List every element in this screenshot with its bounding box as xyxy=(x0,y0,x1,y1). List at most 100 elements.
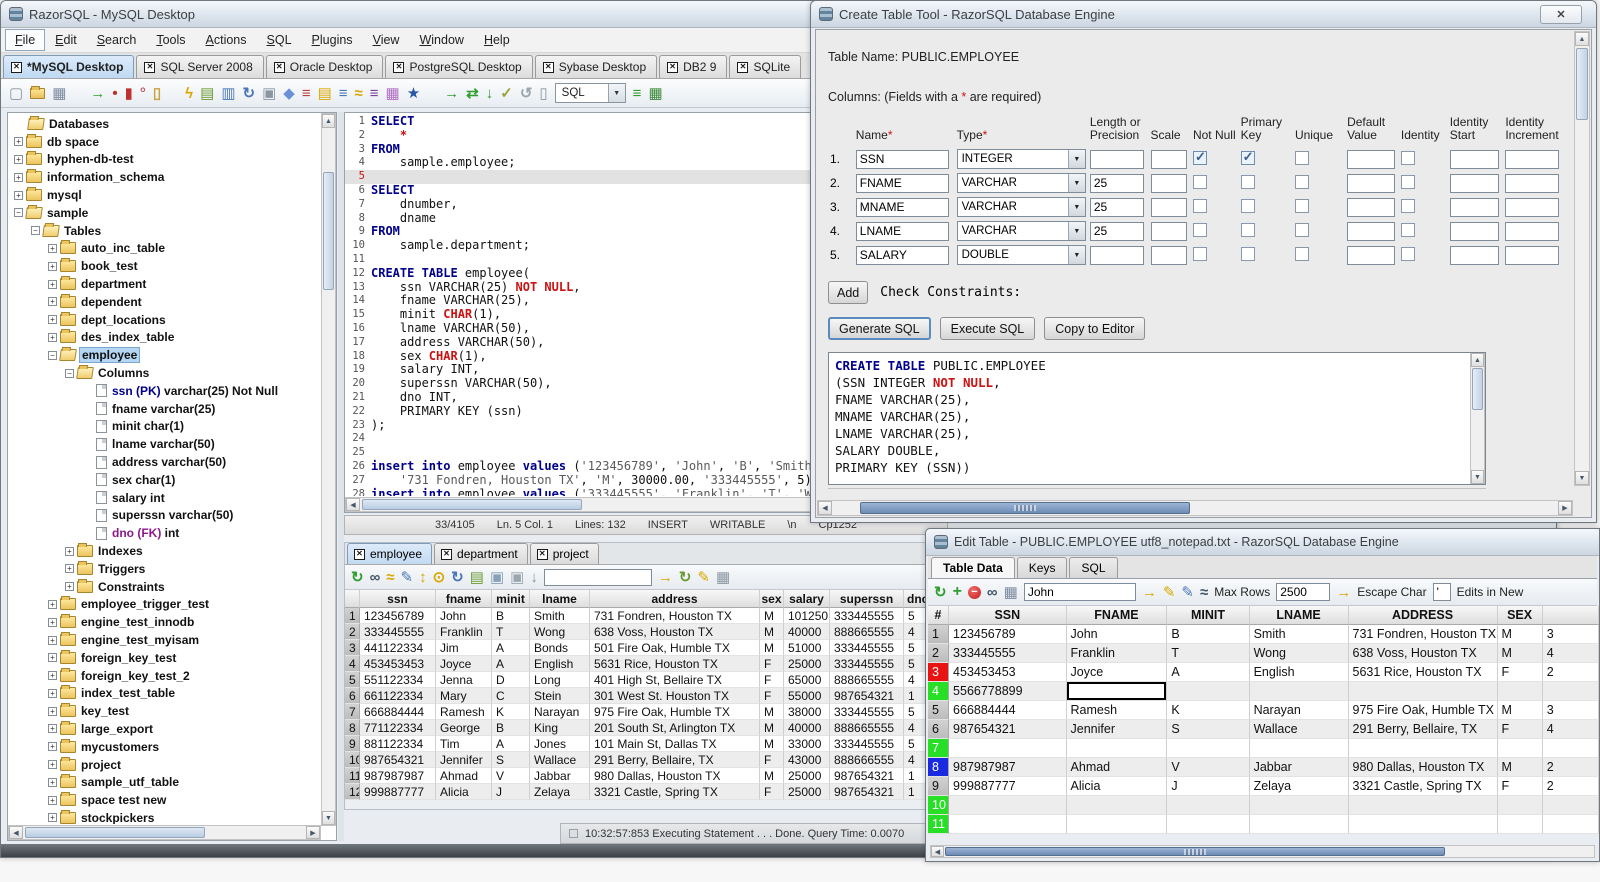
default-value-input[interactable] xyxy=(1347,245,1395,265)
identity-checkbox[interactable] xyxy=(1400,222,1415,237)
tree-item-employee[interactable]: − employee xyxy=(10,346,320,364)
tree-expander-icon[interactable]: + xyxy=(65,564,74,574)
edit-cell[interactable]: John xyxy=(1066,625,1168,644)
save-results-icon[interactable]: ▦ xyxy=(716,570,730,585)
copy-to-editor-button[interactable]: Copy to Editor xyxy=(1044,317,1146,340)
edit-header-overflow[interactable] xyxy=(1542,606,1599,625)
tree-item-engine-test-innodb[interactable]: + engine_test_innodb xyxy=(10,613,320,631)
edit-cell[interactable] xyxy=(949,796,1067,815)
results-cell[interactable]: M xyxy=(760,720,784,736)
menu-actions[interactable]: Actions xyxy=(196,29,257,51)
edit-cell[interactable]: Narayan xyxy=(1249,701,1349,720)
close-tab-icon[interactable]: ✕ xyxy=(393,61,405,73)
tree-item-project[interactable]: + project xyxy=(10,756,320,774)
connection-tab-oracle-desktop[interactable]: ✕ Oracle Desktop xyxy=(265,55,384,78)
connection-tab-sqlite[interactable]: ✕ SQLite xyxy=(729,55,802,78)
edit-cell[interactable] xyxy=(949,739,1067,758)
not-null-checkbox[interactable] xyxy=(1192,149,1207,165)
row-number[interactable]: 2 xyxy=(345,624,360,640)
edit-cell[interactable] xyxy=(1348,815,1498,834)
row-number[interactable]: 1 xyxy=(928,625,950,644)
query-results-icon[interactable]: ≡ xyxy=(339,86,348,101)
auto-commit-icon[interactable]: ≡ xyxy=(633,86,642,101)
tree-expander-icon[interactable]: − xyxy=(48,350,57,360)
results-cell[interactable]: M xyxy=(760,736,784,752)
edit-cell[interactable] xyxy=(1066,796,1168,815)
unique-checkbox[interactable] xyxy=(1294,246,1309,261)
unique-checkbox[interactable] xyxy=(1294,150,1309,165)
edit-cell[interactable]: M xyxy=(1497,644,1543,663)
create-dialog-horizontal-scrollbar[interactable]: ◀ ▶ xyxy=(817,500,1573,516)
tree-item-triggers[interactable]: + Triggers xyxy=(10,560,320,578)
results-cell[interactable]: F xyxy=(760,784,784,800)
connection-tab-sql-server-2008[interactable]: ✕ SQL Server 2008 xyxy=(136,55,264,78)
identity-increment-input[interactable] xyxy=(1505,221,1559,241)
results-cell[interactable]: 975 Fire Oak, Humble TX xyxy=(590,704,760,720)
table-editor-icon[interactable]: ▦ xyxy=(386,86,400,101)
edit-cell[interactable]: S xyxy=(1167,720,1250,739)
row-number[interactable]: 1 xyxy=(345,608,360,624)
edit-cell[interactable]: 2 xyxy=(1542,777,1599,796)
view-row-icon[interactable]: ∞ xyxy=(987,585,998,600)
primary-key-checkbox[interactable] xyxy=(1240,222,1255,237)
tab-table-data[interactable]: Table Data xyxy=(931,557,1015,578)
results-cell[interactable]: 441122334 xyxy=(360,640,436,656)
tree-item-department[interactable]: + department xyxy=(10,275,320,293)
results-cell[interactable]: 980 Dallas, Houston TX xyxy=(590,768,760,784)
results-cell[interactable]: A xyxy=(492,736,530,752)
database-tools-icon[interactable]: ≡ xyxy=(302,86,311,101)
tab-sql[interactable]: SQL xyxy=(1069,557,1118,578)
close-tab-icon[interactable]: ✕ xyxy=(11,61,22,73)
undo-icon[interactable]: ↺ xyxy=(520,86,533,101)
results-cell[interactable]: V xyxy=(492,768,530,784)
tree-item-foreign-key-test[interactable]: + foreign_key_test xyxy=(10,649,320,667)
length-precision-input[interactable] xyxy=(1089,221,1145,241)
row-number[interactable]: 8 xyxy=(928,758,950,777)
results-cell[interactable]: 731 Fondren, Houston TX xyxy=(590,608,760,624)
key-icon[interactable]: ⊙ xyxy=(433,570,446,585)
tree-item-dept-locations[interactable]: + dept_locations xyxy=(10,311,320,329)
edit-cell[interactable] xyxy=(1066,815,1168,834)
results-cell[interactable]: Alicia xyxy=(436,784,492,800)
scale-input[interactable] xyxy=(1150,221,1188,241)
results-header-superssn[interactable]: superssn xyxy=(830,590,904,608)
copy-table-icon[interactable]: ▣ xyxy=(262,86,276,101)
tree-expander-icon[interactable]: + xyxy=(48,635,57,645)
close-tab-icon[interactable]: ✕ xyxy=(354,548,365,560)
results-cell[interactable]: 333445555 xyxy=(830,704,904,720)
edit-cell[interactable]: M xyxy=(1497,701,1543,720)
edit-dialog-hscroll-thumb[interactable] xyxy=(945,847,1445,856)
results-cell[interactable]: 25000 xyxy=(784,768,830,784)
copy-results-icon[interactable]: ▣ xyxy=(510,570,524,585)
identity-increment-input[interactable] xyxy=(1505,197,1559,217)
edit-cell[interactable]: 975 Fire Oak, Humble TX xyxy=(1348,701,1498,720)
results-tab-department[interactable]: ✕ department xyxy=(434,543,528,564)
edit-header-FNAME[interactable]: FNAME xyxy=(1066,606,1168,625)
edit-cell[interactable] xyxy=(1542,739,1599,758)
tree-item-employee-trigger-test[interactable]: + employee_trigger_test xyxy=(10,596,320,614)
results-cell[interactable]: 3321 Castle, Spring TX xyxy=(590,784,760,800)
edit-cell[interactable]: 3 xyxy=(1542,625,1599,644)
tree-item-key-test[interactable]: + key_test xyxy=(10,702,320,720)
connection-tab--mysql-desktop[interactable]: ✕ *MySQL Desktop xyxy=(3,55,135,78)
identity-increment-input[interactable] xyxy=(1505,149,1559,169)
edit-cell[interactable] xyxy=(1542,796,1599,815)
edit-table-tool-icon[interactable]: ▤ xyxy=(318,86,332,101)
primary-key-checkbox[interactable] xyxy=(1240,246,1255,261)
filter-icon[interactable]: ≈ xyxy=(1200,585,1208,600)
column-name-input[interactable] xyxy=(855,197,949,217)
results-cell[interactable]: 888666555 xyxy=(830,752,904,768)
results-cell[interactable]: A xyxy=(492,640,530,656)
tree-item-fname-varchar-25-[interactable]: fname varchar(25) xyxy=(10,400,320,418)
results-cell[interactable]: 201 South St, Arlington TX xyxy=(590,720,760,736)
row-number[interactable]: 3 xyxy=(345,640,360,656)
lightning-icon[interactable]: ϟ xyxy=(185,86,193,101)
results-cell[interactable]: Ramesh xyxy=(436,704,492,720)
connection-tab-sybase-desktop[interactable]: ✕ Sybase Desktop xyxy=(534,55,658,78)
edit-cell[interactable]: M xyxy=(1497,758,1543,777)
disconnect-icon[interactable]: ▮ xyxy=(125,86,133,101)
refresh-results-icon[interactable]: ↻ xyxy=(351,570,364,585)
edit-cell[interactable]: English xyxy=(1249,663,1349,682)
identity-start-input[interactable] xyxy=(1449,173,1500,193)
results-cell[interactable]: Narayan xyxy=(530,704,590,720)
